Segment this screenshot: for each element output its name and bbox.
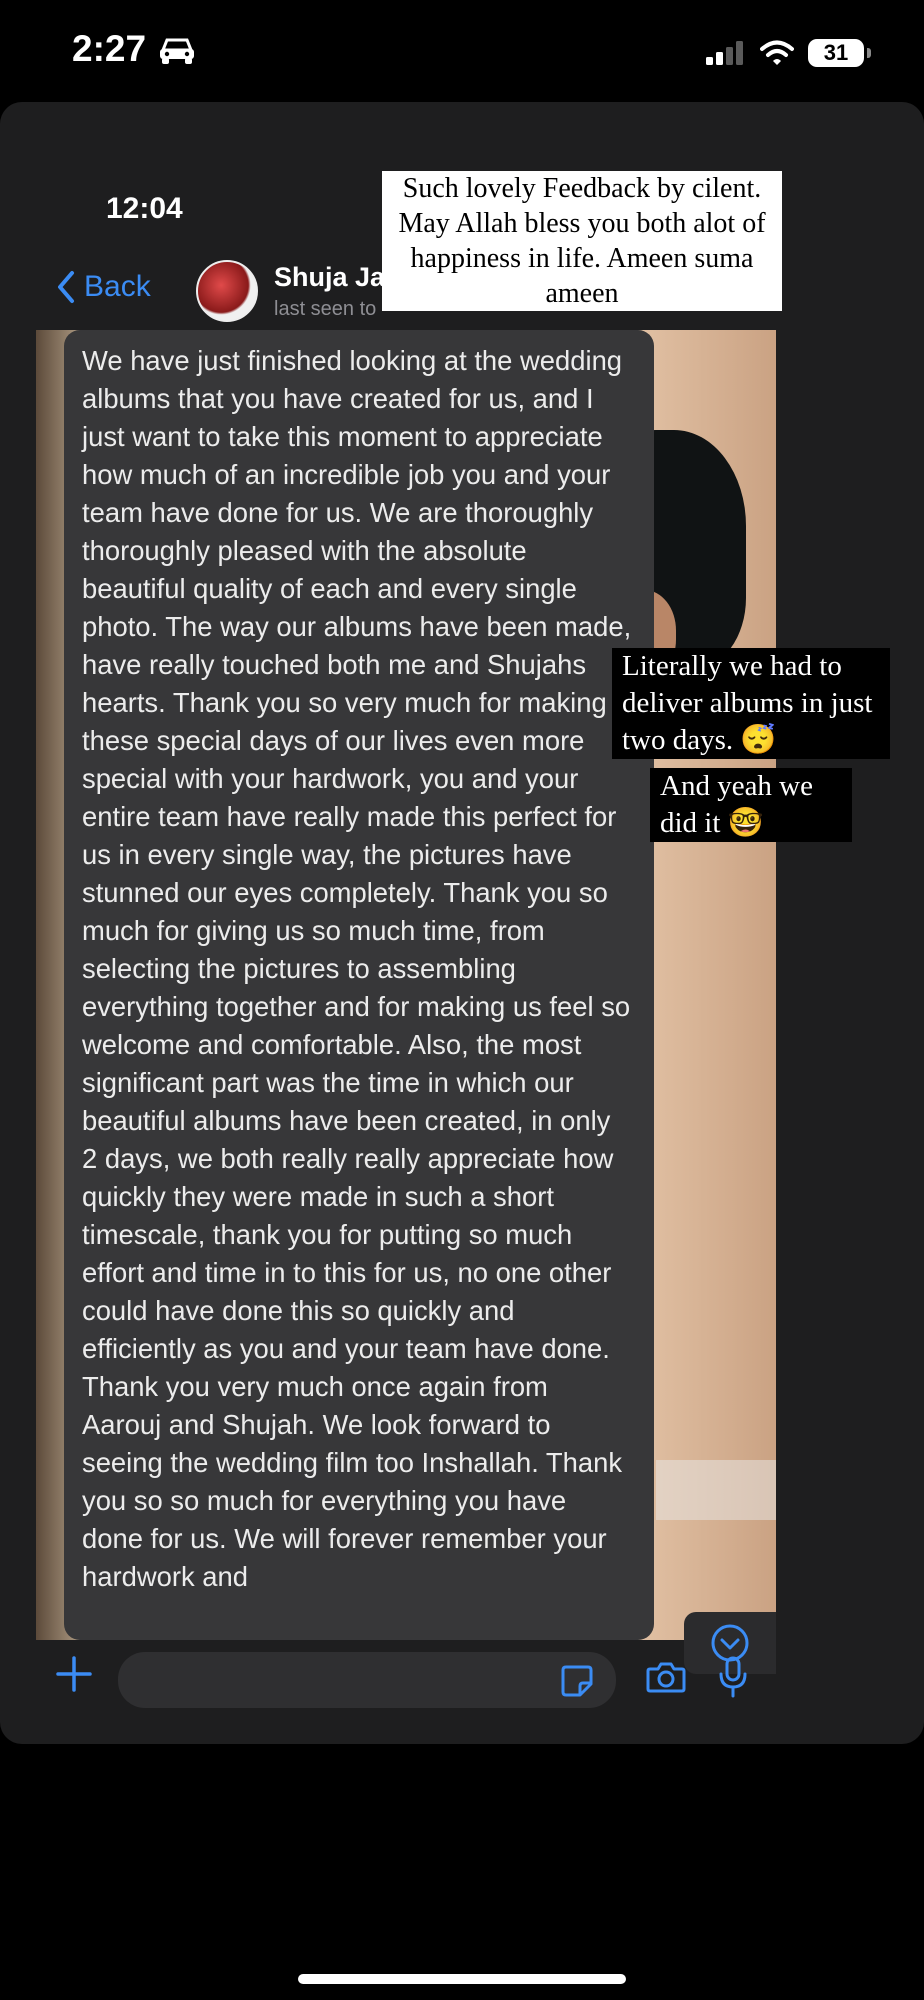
message-bubble: We have just finished looking at the wed… [64, 330, 654, 1640]
message-text: We have just finished looking at the wed… [82, 345, 632, 1592]
status-indicators: 31 [706, 36, 871, 70]
avatar[interactable] [196, 260, 258, 322]
photo-detail [656, 1460, 776, 1520]
camera-icon[interactable] [646, 1660, 686, 1694]
message-input[interactable] [118, 1652, 616, 1708]
story-caption-delivery: Literally we had to deliver albums in ju… [612, 648, 890, 759]
status-time: 2:27 [72, 28, 147, 69]
contact-status: last seen to [274, 298, 377, 320]
home-indicator[interactable] [298, 1974, 626, 1984]
chat-screenshot-time: 12:04 [106, 192, 183, 225]
back-label: Back [84, 270, 151, 303]
story-caption-feedback: Such lovely Feedback by cilent. May Alla… [382, 171, 782, 311]
car-icon [160, 38, 194, 64]
contact-name[interactable]: Shuja Ja [274, 262, 385, 293]
back-button[interactable]: Back [56, 270, 151, 304]
chevron-left-icon [58, 271, 74, 303]
wifi-icon [760, 40, 794, 65]
battery-level: 31 [823, 40, 849, 65]
plus-icon[interactable] [56, 1656, 92, 1692]
sticker-icon[interactable] [560, 1664, 594, 1698]
story-caption-did-it: And yeah we did it 🤓 [650, 768, 852, 842]
microphone-icon[interactable] [718, 1656, 748, 1698]
battery-icon: 31 [808, 39, 871, 67]
signal-icon [706, 41, 743, 65]
status-bar: 2:27 31 [0, 0, 924, 100]
